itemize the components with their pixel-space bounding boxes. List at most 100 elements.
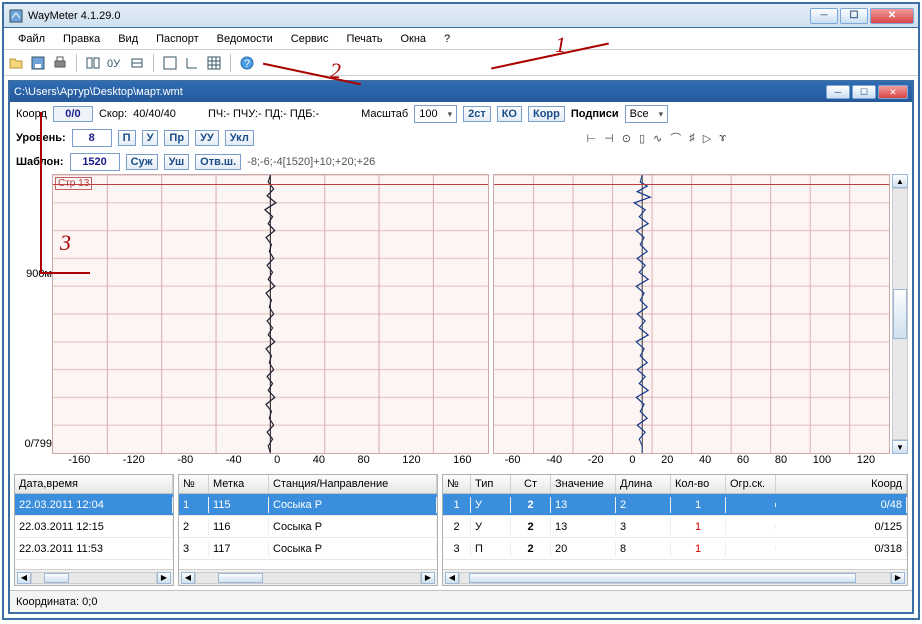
template-info: -8;-6;-4[1520]+10;+20;+26	[247, 156, 375, 168]
table-row[interactable]: 1115Сосыка Р	[179, 494, 437, 516]
child-close-button[interactable]: ✕	[878, 85, 908, 99]
scroll-up-icon[interactable]: ▲	[892, 174, 908, 188]
uu-button[interactable]: УУ	[195, 130, 219, 146]
svg-text:?: ?	[244, 58, 250, 70]
labels-label: Подписи	[571, 108, 619, 120]
track-icon-5[interactable]: ∿	[653, 132, 662, 145]
pr-button[interactable]: Пр	[164, 130, 189, 146]
coord-value: 0/0	[53, 106, 93, 122]
table1-header[interactable]: Дата,время	[15, 475, 173, 493]
table-defects: № Тип Ст Значение Длина Кол-во Огр.ск. К…	[442, 474, 908, 586]
control-row-1: Коорд 0/0 Скор: 40/40/40 ПЧ:- ПЧУ:- ПД:-…	[10, 102, 912, 126]
tool-icon-3[interactable]	[129, 55, 145, 71]
child-titlebar: C:\Users\Артур\Desktop\март.wmt ─ ☐ ✕	[10, 82, 912, 102]
track-icon-8[interactable]: ▷	[703, 132, 711, 145]
tool-icon-4[interactable]	[162, 55, 178, 71]
menu-view[interactable]: Вид	[110, 31, 146, 47]
menu-print[interactable]: Печать	[338, 31, 390, 47]
control-row-3: Шаблон: Суж Уш Отв.ш. -8;-6;-4[1520]+10;…	[10, 150, 912, 174]
template-label: Шаблон:	[16, 156, 64, 168]
print-icon[interactable]	[52, 55, 68, 71]
tables-area: Дата,время 22.03.2011 12:04 22.03.2011 1…	[10, 470, 912, 590]
save-icon[interactable]	[30, 55, 46, 71]
minimize-button[interactable]: ─	[810, 8, 838, 24]
control-row-2: Уровень: П У Пр УУ Укл ⊢ ⊣ ⊙ ▯ ∿ ⌒ ♯ ▷ ɤ	[10, 126, 912, 150]
p-button[interactable]: П	[118, 130, 136, 146]
chart-left[interactable]: Стр 13	[52, 174, 489, 454]
track-icon-3[interactable]: ⊙	[622, 132, 631, 145]
scale-dropdown[interactable]: 100	[414, 105, 457, 123]
labels-dropdown[interactable]: Все	[625, 105, 669, 123]
u-button[interactable]: У	[142, 130, 159, 146]
menubar: Файл Правка Вид Паспорт Ведомости Сервис…	[4, 28, 918, 50]
scale-label: Масштаб	[361, 108, 408, 120]
tool-icon-1[interactable]	[85, 55, 101, 71]
track-icon-7[interactable]: ♯	[689, 132, 695, 144]
toolbar: 0У ?	[4, 50, 918, 76]
2st-button[interactable]: 2ст	[463, 106, 491, 122]
chart-right[interactable]	[493, 174, 890, 454]
track-icon-row: ⊢ ⊣ ⊙ ▯ ∿ ⌒ ♯ ▷ ɤ	[587, 130, 726, 146]
table-marks: № Метка Станция/Направление 1115Сосыка Р…	[178, 474, 438, 586]
child-maximize-button[interactable]: ☐	[852, 85, 876, 99]
track-icon-2[interactable]: ⊣	[604, 132, 614, 145]
menu-help[interactable]: ?	[436, 31, 458, 47]
korr-button[interactable]: Корр	[528, 106, 565, 122]
help-icon[interactable]: ?	[239, 55, 255, 71]
suj-button[interactable]: Суж	[126, 154, 158, 170]
track-icon-4[interactable]: ▯	[639, 132, 645, 145]
table3-hscroll[interactable]: ◀▶	[443, 569, 907, 585]
chart-area: 900м 0/799 Стр 13	[10, 174, 912, 454]
table-row[interactable]: 22.03.2011 12:04	[15, 494, 173, 516]
table-row[interactable]: 2У213310/125	[443, 516, 907, 538]
chart-y-bot: 0/799	[14, 438, 52, 450]
titlebar: WayMeter 4.1.29.0 ─ ☐ ✕	[4, 4, 918, 28]
child-path: C:\Users\Артур\Desktop\март.wmt	[14, 86, 824, 98]
table-row[interactable]: 22.03.2011 11:53	[15, 538, 173, 560]
close-button[interactable]: ✕	[870, 8, 914, 24]
app-title: WayMeter 4.1.29.0	[28, 10, 810, 22]
track-icon-1[interactable]: ⊢	[587, 132, 597, 145]
table2-hscroll[interactable]: ◀▶	[179, 569, 437, 585]
menu-edit[interactable]: Правка	[55, 31, 108, 47]
app-icon	[8, 8, 24, 24]
tool-icon-2[interactable]: 0У	[107, 55, 123, 71]
scroll-down-icon[interactable]: ▼	[892, 440, 908, 454]
child-window: C:\Users\Артур\Desktop\март.wmt ─ ☐ ✕ Ко…	[8, 80, 914, 614]
coord-label: Коорд	[16, 108, 47, 120]
ukl-button[interactable]: Укл	[225, 130, 254, 146]
table1-hscroll[interactable]: ◀▶	[15, 569, 173, 585]
status-text: Координата: 0;0	[16, 596, 97, 608]
chart-red-line-2	[494, 184, 889, 185]
chart-red-line	[53, 184, 488, 185]
template-input[interactable]	[70, 153, 120, 171]
open-icon[interactable]	[8, 55, 24, 71]
tool-icon-5[interactable]	[184, 55, 200, 71]
track-icon-9[interactable]: ɤ	[719, 132, 726, 144]
maximize-button[interactable]: ☐	[840, 8, 868, 24]
otv-button[interactable]: Отв.ш.	[195, 154, 241, 170]
chart-vertical-scrollbar[interactable]: ▲ ▼	[892, 174, 908, 454]
table-row[interactable]: 22.03.2011 12:15	[15, 516, 173, 538]
menu-service[interactable]: Сервис	[283, 31, 337, 47]
menu-passport[interactable]: Паспорт	[148, 31, 207, 47]
speed-label: Скор:	[99, 108, 127, 120]
menu-reports[interactable]: Ведомости	[209, 31, 281, 47]
table-datetime: Дата,время 22.03.2011 12:04 22.03.2011 1…	[14, 474, 174, 586]
menu-file[interactable]: Файл	[10, 31, 53, 47]
codes-label: ПЧ:- ПЧУ:- ПД:- ПДБ:-	[208, 108, 319, 120]
ko-button[interactable]: КО	[497, 106, 522, 122]
level-input[interactable]	[72, 129, 112, 147]
table-row[interactable]: 1У213210/48	[443, 494, 907, 516]
table-row[interactable]: 2116Сосыка Р	[179, 516, 437, 538]
level-label: Уровень:	[16, 132, 66, 144]
menu-windows[interactable]: Окна	[392, 31, 434, 47]
chart-y-labels: 900м 0/799	[14, 174, 52, 454]
chart-x-ticks: -160-120-80-4004080120160 -60-40-2002040…	[10, 454, 912, 470]
child-minimize-button[interactable]: ─	[826, 85, 850, 99]
tool-icon-6[interactable]	[206, 55, 222, 71]
ush-button[interactable]: Уш	[164, 154, 190, 170]
track-icon-6[interactable]: ⌒	[670, 130, 681, 146]
table-row[interactable]: 3117Сосыка Р	[179, 538, 437, 560]
table-row[interactable]: 3П220810/318	[443, 538, 907, 560]
